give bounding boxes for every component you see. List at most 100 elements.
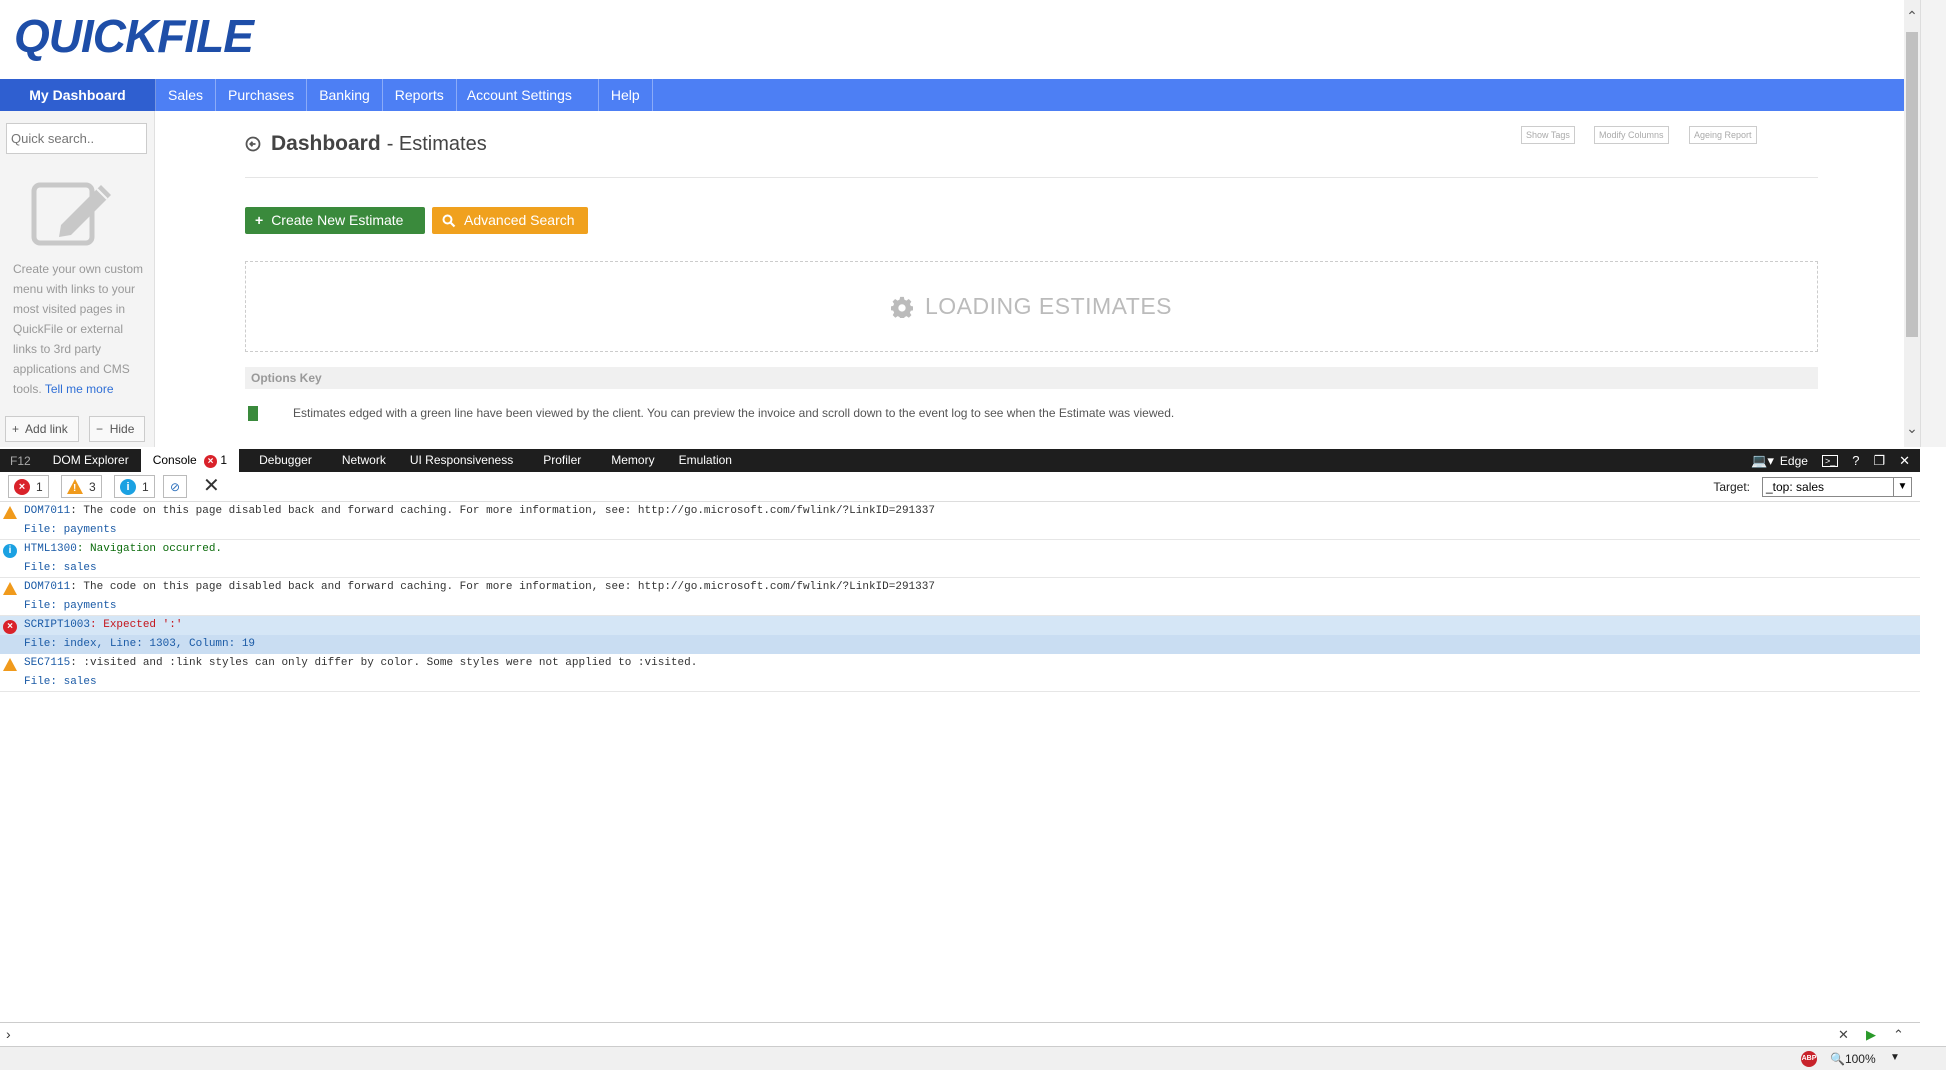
green-key-swatch [248, 406, 258, 421]
create-estimate-label: Create New Estimate [271, 212, 404, 228]
console-input[interactable]: › ✕ ▶ ⌃ [0, 1022, 1920, 1046]
devtools-tabbar: F12 DOM Explorer Console × 1 Debugger Ne… [0, 449, 1920, 472]
options-key-header: Options Key [245, 367, 1818, 389]
tab-ui-responsiveness[interactable]: UI Responsiveness [398, 449, 525, 472]
console-toggle-icon[interactable]: >_ [1821, 454, 1839, 467]
expand-input-icon[interactable]: ⌃ [1893, 1027, 1904, 1043]
error-icon: × [3, 620, 17, 634]
undock-icon[interactable]: ❐ [1873, 453, 1885, 469]
console-message[interactable]: DOM7011: The code on this page disabled … [0, 502, 1920, 540]
error-icon: × [14, 478, 30, 495]
message-file-link[interactable]: File: payments [24, 524, 116, 536]
info-count: 1 [142, 479, 149, 494]
nav-banking[interactable]: Banking [307, 79, 383, 111]
info-icon: i [120, 478, 136, 495]
selected-row-highlight [0, 635, 1920, 654]
message-file-link[interactable]: File: sales [24, 562, 97, 574]
page-heading: Dashboard - Estimates [245, 131, 487, 157]
emulation-device-icon[interactable]: 💻▾ [1751, 453, 1774, 469]
message-text: : The code on this page disabled back an… [70, 505, 935, 517]
tab-emulation[interactable]: Emulation [667, 449, 744, 472]
hide-label: Hide [109, 422, 135, 436]
browser-window: QUICKFILE My Dashboard Sales Purchases B… [0, 0, 1946, 1070]
page-scrollbar[interactable]: ⌃ ⌄ [1904, 0, 1920, 447]
ageing-report-button[interactable]: Ageing Report [1689, 126, 1757, 144]
clear-on-navigate-icon: ⊘ [169, 479, 181, 494]
document-mode-label[interactable]: Edge [1780, 454, 1808, 468]
add-link-button[interactable]: + Add link [5, 416, 79, 442]
message-file-link[interactable]: File: payments [24, 600, 116, 612]
page-title: Dashboard [271, 132, 381, 155]
info-icon: i [3, 544, 17, 558]
message-file-link[interactable]: File: index, Line: 1303, Column: 19 [24, 638, 255, 650]
adblock-plus-icon[interactable]: ABP [1801, 1051, 1817, 1067]
create-new-estimate-button[interactable]: + Create New Estimate [245, 207, 425, 234]
loading-estimates-text: LOADING ESTIMATES [924, 293, 1173, 319]
modify-columns-button[interactable]: Modify Columns [1594, 126, 1669, 144]
show-tags-button[interactable]: Show Tags [1521, 126, 1575, 144]
quickfile-logo[interactable]: QUICKFILE [14, 10, 254, 62]
tab-debugger[interactable]: Debugger [239, 449, 324, 472]
message-code: DOM7011 [24, 581, 71, 593]
console-toolbar: × 1 ! 3 i 1 ⊘ ✕ Target: _top: sales ▼ [0, 472, 1920, 502]
hide-button[interactable]: − Hide [89, 416, 145, 442]
warnings-filter-button[interactable]: ! 3 [61, 475, 102, 498]
message-code: DOM7011 [24, 505, 71, 517]
errors-filter-button[interactable]: × 1 [8, 475, 49, 498]
advanced-search-button[interactable]: Advanced Search [432, 207, 588, 234]
message-code: SEC7115 [24, 657, 71, 669]
warning-icon [3, 582, 17, 595]
nav-purchases[interactable]: Purchases [216, 79, 308, 111]
clear-input-icon[interactable]: ✕ [1838, 1027, 1849, 1043]
console-message[interactable]: i HTML1300: Navigation occurred. File: s… [0, 540, 1920, 578]
warnings-count: 3 [89, 479, 96, 494]
close-icon[interactable]: ✕ [1899, 453, 1910, 469]
tab-console[interactable]: Console × 1 [140, 449, 240, 472]
main-nav: My Dashboard Sales Purchases Banking Rep… [0, 79, 1904, 111]
add-link-label: Add link [25, 422, 68, 436]
chevron-down-icon[interactable]: ▼ [1890, 1052, 1900, 1063]
nav-sales[interactable]: Sales [156, 79, 217, 111]
gear-icon [890, 296, 913, 318]
clear-console-icon[interactable]: ✕ [203, 476, 220, 496]
run-icon[interactable]: ▶ [1866, 1027, 1876, 1043]
tab-network[interactable]: Network [324, 449, 398, 472]
estimates-loading-panel: LOADING ESTIMATES [245, 261, 1818, 352]
nav-account-settings[interactable]: Account Settings [457, 79, 599, 111]
nav-help[interactable]: Help [599, 79, 653, 111]
tab-memory[interactable]: Memory [593, 449, 666, 472]
message-code: HTML1300 [24, 543, 77, 555]
sidebar-help-text: Create your own custom menu with links t… [13, 259, 148, 399]
console-message-selected[interactable]: × SCRIPT1003: Expected ':' File: index, … [0, 616, 1920, 654]
console-message[interactable]: SEC7115: :visited and :link styles can o… [0, 654, 1920, 692]
sidebar: Create your own custom menu with links t… [0, 111, 155, 447]
scrollbar-thumb[interactable] [1906, 32, 1918, 337]
quick-search-input[interactable] [6, 123, 147, 154]
sidebar-help-body: Create your own custom menu with links t… [13, 262, 144, 396]
minus-icon: − [96, 422, 104, 436]
clear-on-navigate-button[interactable]: ⊘ [163, 475, 187, 498]
scroll-down-icon[interactable]: ⌄ [1904, 420, 1920, 436]
help-icon[interactable]: ? [1852, 453, 1859, 468]
tab-profiler[interactable]: Profiler [525, 449, 593, 472]
plus-icon: + [12, 422, 20, 436]
nav-reports[interactable]: Reports [383, 79, 457, 111]
f12-label: F12 [10, 453, 31, 468]
devtools-right-controls: 💻▾ Edge >_ ? ❐ ✕ [1751, 449, 1920, 472]
info-filter-button[interactable]: i 1 [114, 475, 155, 498]
message-code: SCRIPT1003 [24, 619, 91, 631]
message-text: : Navigation occurred. [76, 543, 223, 555]
back-circle-icon[interactable] [245, 136, 261, 152]
message-file-link[interactable]: File: sales [24, 676, 97, 688]
browser-status-bar: ABP 🔍100% ▼ [0, 1046, 1946, 1070]
warning-icon [3, 658, 17, 671]
target-select[interactable]: _top: sales ▼ [1762, 477, 1912, 497]
advanced-search-label: Advanced Search [464, 212, 575, 228]
zoom-control[interactable]: 🔍100% [1830, 1052, 1876, 1066]
tell-me-more-link[interactable]: Tell me more [45, 382, 114, 396]
scroll-up-icon[interactable]: ⌃ [1904, 8, 1920, 24]
tab-dom-explorer[interactable]: DOM Explorer [41, 449, 141, 472]
console-message[interactable]: DOM7011: The code on this page disabled … [0, 578, 1920, 616]
options-key-text: Estimates edged with a green line have b… [293, 406, 1175, 420]
nav-my-dashboard[interactable]: My Dashboard [0, 79, 156, 111]
